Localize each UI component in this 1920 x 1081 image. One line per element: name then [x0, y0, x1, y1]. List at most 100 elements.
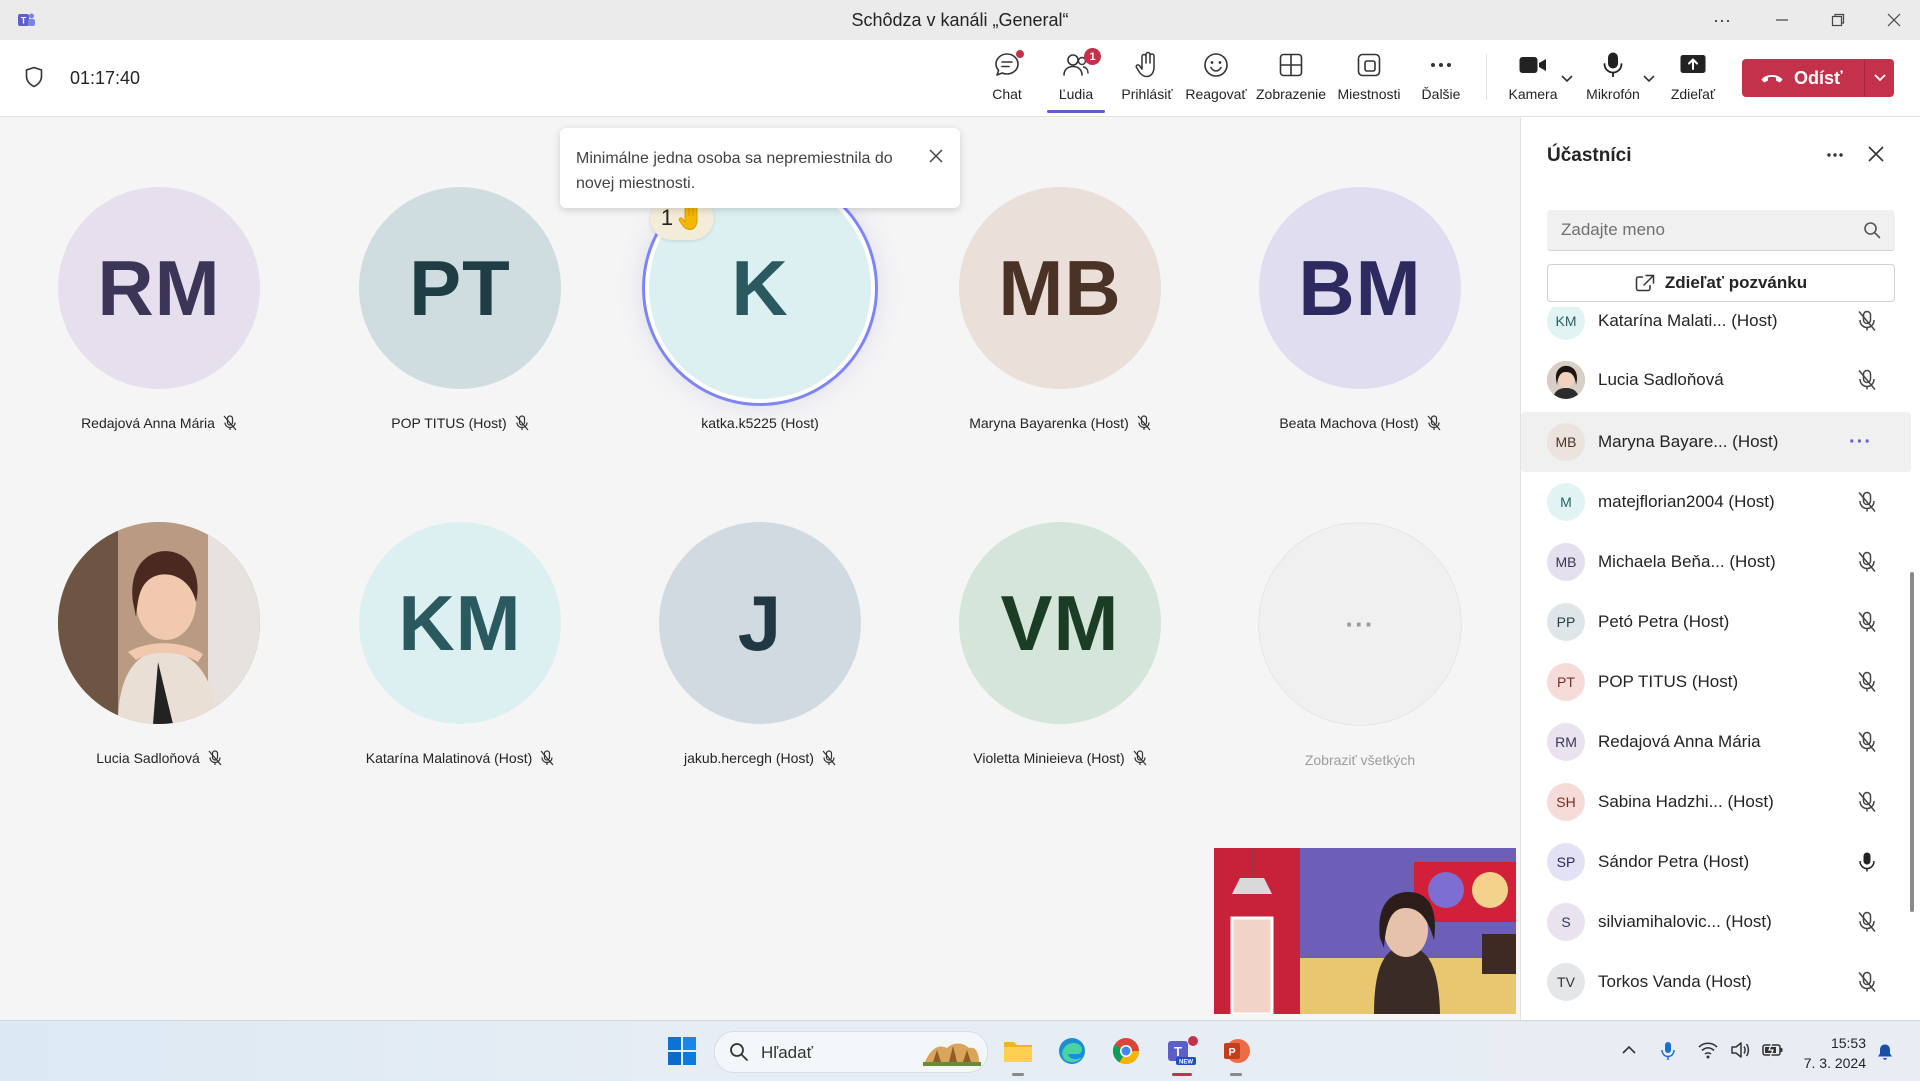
- list-item[interactable]: SP Sándor Petra (Host): [1521, 832, 1911, 892]
- microphone-options-chevron-icon[interactable]: [1642, 74, 1656, 84]
- avatar: KM: [1547, 307, 1585, 340]
- participant-more-icon[interactable]: ···: [1849, 431, 1872, 454]
- list-item[interactable]: SH Sabina Hadzhi... (Host): [1521, 772, 1911, 832]
- battery-icon[interactable]: [1762, 1041, 1784, 1059]
- share-screen-icon: [1679, 50, 1707, 80]
- panel-scrollbar[interactable]: [1910, 572, 1914, 912]
- list-item[interactable]: TV Torkos Vanda (Host): [1521, 952, 1911, 1012]
- list-item[interactable]: M matejflorian2004 (Host): [1521, 472, 1911, 532]
- avatar: TV: [1547, 963, 1585, 1001]
- participant-tile[interactable]: PT POP TITUS (Host): [320, 187, 600, 431]
- avatar: MB: [1547, 423, 1585, 461]
- participant-tile[interactable]: J jakub.hercegh (Host): [620, 522, 900, 766]
- participant-tile[interactable]: KM Katarína Malatinová (Host): [320, 522, 600, 766]
- tile-name: jakub.hercegh (Host): [684, 750, 814, 766]
- more-button[interactable]: Ďalšie: [1418, 50, 1464, 110]
- mic-muted-icon: [1857, 911, 1877, 933]
- restore-button[interactable]: [1810, 0, 1866, 40]
- list-item[interactable]: S silviamihalovic... (Host): [1521, 892, 1911, 952]
- powerpoint-icon[interactable]: P: [1218, 1033, 1254, 1069]
- chrome-icon[interactable]: [1108, 1033, 1144, 1069]
- share-label: Zdieľať: [1670, 86, 1716, 102]
- participant-name: Sabina Hadzhi... (Host): [1598, 792, 1774, 811]
- react-button[interactable]: Reagovať: [1184, 50, 1248, 110]
- list-item[interactable]: MB Michaela Beňa... (Host): [1521, 532, 1911, 592]
- list-item[interactable]: PP Petó Petra (Host): [1521, 592, 1911, 652]
- self-video-preview[interactable]: [1214, 848, 1516, 1014]
- leave-options-chevron-icon[interactable]: [1865, 73, 1894, 83]
- share-button[interactable]: Zdieľať: [1668, 50, 1718, 110]
- tile-name: POP TITUS (Host): [391, 415, 507, 431]
- avatar: RM: [58, 187, 260, 389]
- mic-muted-icon: [515, 415, 529, 431]
- mic-muted-icon: [1857, 671, 1877, 693]
- search-icon[interactable]: [1863, 221, 1881, 239]
- view-button[interactable]: Zobrazenie: [1256, 50, 1326, 110]
- react-label: Reagovať: [1185, 86, 1247, 102]
- raise-hand-button[interactable]: Prihlásiť: [1118, 50, 1176, 110]
- close-window-button[interactable]: [1866, 0, 1920, 40]
- participant-tile[interactable]: MB Maryna Bayarenka (Host): [920, 187, 1200, 431]
- search-input[interactable]: [1561, 220, 1861, 240]
- tile-name: Redajová Anna Mária: [81, 415, 215, 431]
- share-invite-button[interactable]: Zdieľať pozvánku: [1547, 264, 1895, 302]
- rooms-label: Miestnosti: [1337, 86, 1401, 102]
- chevron-up-icon[interactable]: [1620, 1041, 1638, 1059]
- tile-name-row: POP TITUS (Host): [320, 415, 600, 431]
- avatar: S: [1547, 903, 1585, 941]
- file-explorer-icon[interactable]: [1000, 1033, 1036, 1069]
- mic-muted-icon: [1427, 415, 1441, 431]
- list-item[interactable]: RM Redajová Anna Mária: [1521, 712, 1911, 772]
- participants-list: KM Katarína Malati... (Host) Lucia Sadlo…: [1521, 307, 1920, 1020]
- participant-name: Petó Petra (Host): [1598, 612, 1730, 631]
- avatar: SH: [1547, 783, 1585, 821]
- taskbar-clock[interactable]: 15:53 7. 3. 2024: [1796, 1033, 1866, 1073]
- share-invite-icon: [1635, 274, 1655, 292]
- panel-more-icon[interactable]: [1825, 147, 1845, 163]
- window-more-button[interactable]: ···: [1694, 0, 1750, 40]
- tile-name: Maryna Bayarenka (Host): [969, 415, 1129, 431]
- edge-icon[interactable]: [1054, 1033, 1090, 1069]
- chat-icon: [993, 50, 1024, 80]
- people-label: Ľudia: [1058, 86, 1094, 102]
- wifi-icon[interactable]: [1698, 1041, 1718, 1059]
- microphone-button[interactable]: Mikrofón: [1584, 50, 1642, 110]
- rooms-button[interactable]: Miestnosti: [1336, 50, 1402, 110]
- tray-microphone-icon[interactable]: [1660, 1041, 1676, 1061]
- more-dots-icon: [1428, 50, 1454, 80]
- svg-text:P: P: [1228, 1047, 1235, 1059]
- participant-tile[interactable]: BM Beata Machova (Host): [1220, 187, 1500, 431]
- leave-button[interactable]: Odísť: [1742, 59, 1894, 97]
- mic-muted-icon: [1857, 369, 1877, 391]
- chat-button[interactable]: Chat: [989, 50, 1025, 110]
- list-item-highlighted[interactable]: MB Maryna Bayare... (Host) ···: [1521, 412, 1911, 472]
- tile-name: Lucia Sadloňová: [96, 750, 200, 766]
- running-indicator: [1230, 1073, 1242, 1076]
- notification-bell-icon[interactable]: [1876, 1043, 1894, 1061]
- list-item[interactable]: KM Katarína Malati... (Host): [1521, 307, 1911, 351]
- tile-name-row: Lucia Sadloňová: [19, 750, 299, 766]
- taskbar-search[interactable]: Hľadať: [714, 1031, 988, 1073]
- list-item[interactable]: PT POP TITUS (Host): [1521, 652, 1911, 712]
- panel-close-icon[interactable]: [1867, 145, 1885, 163]
- hang-up-icon: [1761, 75, 1783, 83]
- toast-close-icon[interactable]: [928, 148, 944, 164]
- minimize-button[interactable]: [1754, 0, 1810, 40]
- camera-button[interactable]: Kamera: [1508, 50, 1558, 110]
- mic-muted-icon: [1857, 971, 1877, 993]
- participant-name: Maryna Bayare... (Host): [1598, 432, 1779, 451]
- participant-tile[interactable]: RM Redajová Anna Mária: [19, 187, 299, 431]
- meeting-timer: 01:17:40: [70, 68, 141, 88]
- show-all-tile[interactable]: ··· Zobraziť všetkých: [1220, 522, 1500, 768]
- camera-options-chevron-icon[interactable]: [1560, 74, 1574, 84]
- participant-tile[interactable]: Lucia Sadloňová: [19, 522, 299, 766]
- start-icon[interactable]: [664, 1033, 700, 1069]
- leave-main-button[interactable]: Odísť: [1742, 59, 1864, 97]
- list-item[interactable]: Lucia Sadloňová: [1521, 350, 1911, 410]
- participant-tile[interactable]: VM Violetta Minieieva (Host): [920, 522, 1200, 766]
- shield-icon[interactable]: [24, 66, 44, 88]
- people-button[interactable]: 1 Ľudia: [1054, 48, 1101, 110]
- more-label: Ďalšie: [1421, 86, 1461, 102]
- volume-icon[interactable]: [1730, 1041, 1750, 1059]
- teams-taskbar-icon[interactable]: T NEW: [1164, 1033, 1200, 1069]
